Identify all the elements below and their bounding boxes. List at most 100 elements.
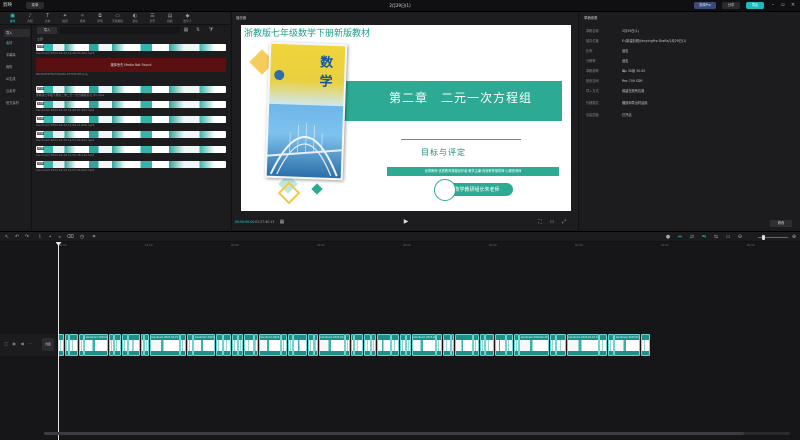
leftnav-item-6[interactable]: 官方素材	[4, 99, 30, 107]
main-video-track[interactable]: bandicam 2023-02-19 14- bandicam 2023-02-…	[58, 334, 800, 356]
redo-icon[interactable]: ↷	[23, 233, 31, 241]
split-right-icon[interactable]: ⫟	[56, 233, 64, 241]
video-clip[interactable]	[391, 334, 399, 356]
edit-draft-button[interactable]: 修改	[770, 220, 792, 227]
toolbar-tab-7[interactable]: ◐ 滤镜	[127, 12, 144, 25]
video-clip[interactable]	[281, 334, 287, 356]
media-item[interactable]: bandicam 2023-02-19 14-50-11-008.mp4 2:40	[36, 116, 226, 127]
toolbar-tab-8[interactable]: ☰ 调节	[144, 12, 161, 25]
toolbar-tab-0[interactable]: ▣ 媒体	[4, 12, 21, 25]
mic-icon[interactable]: ●	[664, 233, 672, 241]
export-button[interactable]: 导出	[746, 2, 764, 9]
undo-icon[interactable]: ↶	[13, 233, 21, 241]
video-clip[interactable]	[78, 334, 84, 356]
grid-view-icon[interactable]: ▦	[182, 27, 190, 34]
video-clip[interactable]	[108, 334, 114, 356]
video-clip[interactable]	[293, 334, 307, 356]
split-left-icon[interactable]: ⫞	[46, 233, 54, 241]
video-clip[interactable]: bandicam 2023-02-19 14-	[566, 334, 599, 356]
video-clip[interactable]	[254, 334, 258, 356]
video-clip[interactable]	[144, 334, 149, 356]
lock-icon[interactable]: ▢	[3, 341, 9, 347]
video-clip[interactable]	[287, 334, 293, 356]
video-clip[interactable]	[180, 334, 186, 356]
video-clip[interactable]	[607, 334, 614, 356]
speaker-icon[interactable]: ◀	[19, 341, 25, 347]
sort-icon[interactable]: ⇅	[194, 27, 202, 34]
preview-canvas[interactable]: 浙教版七年级数学下册新版教材 第二章 二元一次方程组 目标与评定 优秀教师·优质…	[241, 25, 571, 211]
video-clip[interactable]	[640, 334, 650, 356]
video-clip[interactable]	[363, 334, 371, 356]
media-item[interactable]: bandicam 2023-02-19 14-48-33-302.mp4 4:33	[36, 44, 226, 55]
eye-icon[interactable]: ◉	[11, 341, 17, 347]
toolbar-tab-3[interactable]: ✦ 贴纸	[57, 12, 74, 25]
video-clip[interactable]	[128, 334, 140, 356]
toolbar-tab-5[interactable]: ⧉ 转场	[92, 12, 109, 25]
zoom-slider-knob[interactable]	[762, 235, 765, 240]
video-clip[interactable]	[451, 334, 454, 356]
timecode-format-icon[interactable]: ▦	[278, 218, 286, 226]
video-clip[interactable]	[215, 334, 223, 356]
video-clip[interactable]	[186, 334, 193, 356]
playhead[interactable]	[58, 242, 59, 440]
video-clip[interactable]: bandicam 2023-02-19 14-	[149, 334, 180, 356]
time-ruler[interactable]: 00:00 10:00 20:00 30:00 40:00 50:00 60:00 70:00…	[56, 242, 800, 250]
video-clip[interactable]	[231, 334, 238, 356]
toolbar-tab-10[interactable]: ◆ 数字人	[179, 12, 196, 25]
video-clip[interactable]	[376, 334, 391, 356]
media-item[interactable]: bandicam 2023-02-19 14-53-44-620.mp4 4:01	[36, 161, 226, 172]
filter-icon[interactable]: ⧩	[207, 27, 215, 34]
select-tool-icon[interactable]: ↖	[3, 233, 11, 241]
zoom-out-icon[interactable]: ⊖	[736, 233, 744, 241]
video-clip[interactable]	[485, 334, 494, 356]
play-button[interactable]: ▶	[402, 218, 410, 226]
video-clip[interactable]	[556, 334, 566, 356]
video-clip[interactable]: bandicam 2023-02-19 14-	[318, 334, 345, 356]
video-clip[interactable]	[599, 334, 607, 356]
video-clip[interactable]	[549, 334, 556, 356]
media-search-input[interactable]	[60, 27, 180, 34]
minimize-icon[interactable]: –	[769, 2, 777, 9]
video-clip[interactable]	[406, 334, 411, 356]
leftnav-item-3[interactable]: 我的	[4, 63, 30, 71]
scrollbar-thumb[interactable]	[44, 432, 744, 435]
video-clip[interactable]	[399, 334, 406, 356]
video-clip[interactable]	[121, 334, 128, 356]
video-clip[interactable]	[64, 334, 69, 356]
video-clip[interactable]	[436, 334, 442, 356]
video-clip[interactable]: bandicam 2023-02-19 14-	[519, 334, 549, 356]
timeline-scrollbar[interactable]	[44, 432, 790, 435]
maximize-icon[interactable]: ▫	[779, 2, 787, 9]
video-clip[interactable]	[494, 334, 506, 356]
video-clip[interactable]	[442, 334, 451, 356]
video-clip[interactable]	[238, 334, 243, 356]
toolbar-tab-2[interactable]: T 文本	[39, 12, 56, 25]
video-clip[interactable]: bandicam 2023-02-19 14-	[614, 334, 640, 356]
zoom-fit-icon[interactable]: ⊕	[790, 233, 798, 241]
linkage-icon[interactable]: ⇋	[700, 233, 708, 241]
share-button[interactable]: 分享	[722, 2, 740, 9]
cover-button[interactable]: 封面	[42, 338, 54, 351]
media-item[interactable]: bandicam 2023-02-19 14-51-02-812.mp4 3:12	[36, 131, 226, 142]
video-clip[interactable]	[354, 334, 363, 356]
video-clip[interactable]	[307, 334, 314, 356]
leftnav-item-1[interactable]: 素材	[4, 39, 30, 47]
media-item[interactable]: 浙教版七年级下册第二章二元一次方程组复习_01.mp4 2:11	[36, 86, 226, 97]
leftnav-item-2[interactable]: 字幕库	[4, 51, 30, 59]
crop-icon[interactable]: ⌗	[90, 233, 98, 241]
video-clip[interactable]	[314, 334, 318, 356]
menu-button[interactable]: 菜单	[26, 2, 44, 9]
preview-axis-icon[interactable]: ⇆	[712, 233, 720, 241]
toolbar-tab-4[interactable]: ✧ 特效	[74, 12, 91, 25]
video-clip[interactable]: bandicam 2023-02-19 14-	[193, 334, 215, 356]
link-main-track-icon[interactable]: ⇔	[676, 233, 684, 241]
toolbar-tab-1[interactable]: ♪ 音频	[22, 12, 39, 25]
media-item[interactable]: bandicam 2023-02-19 14-52-38-116.mp4 0:58	[36, 146, 226, 157]
video-clip[interactable]: bandicam 2023-02-19 14-	[258, 334, 281, 356]
video-clip[interactable]	[454, 334, 473, 356]
media-item[interactable]: 媒体丢失 Media Not Found BDCD9F0F8C7D0A8C-6F7…	[36, 58, 226, 76]
video-clip[interactable]	[69, 334, 78, 356]
video-clip[interactable]	[473, 334, 479, 356]
video-clip[interactable]	[223, 334, 231, 356]
leftnav-item-5[interactable]: 云素材	[4, 87, 30, 95]
